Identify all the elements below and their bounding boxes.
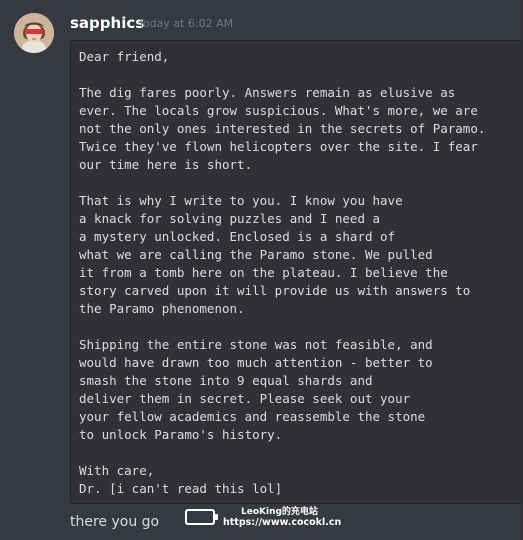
message-timestamp: Today at 6:02 AM	[138, 17, 234, 30]
code-block-text: Dear friend, The dig fares poorly. Answe…	[79, 49, 486, 496]
battery-icon	[185, 509, 218, 525]
avatar[interactable]	[14, 13, 54, 53]
watermark: LeoKing的充电站 https://www.cocokl.cn	[185, 507, 345, 531]
code-block: Dear friend, The dig fares poorly. Answe…	[70, 40, 523, 504]
watermark-url: https://www.cocokl.cn	[223, 517, 342, 528]
avatar-image	[14, 13, 54, 53]
username[interactable]: sapphics	[70, 13, 144, 33]
chat-message: sapphics Today at 6:02 AM Dear friend, T…	[0, 0, 523, 540]
message-text: there you go	[70, 514, 160, 530]
